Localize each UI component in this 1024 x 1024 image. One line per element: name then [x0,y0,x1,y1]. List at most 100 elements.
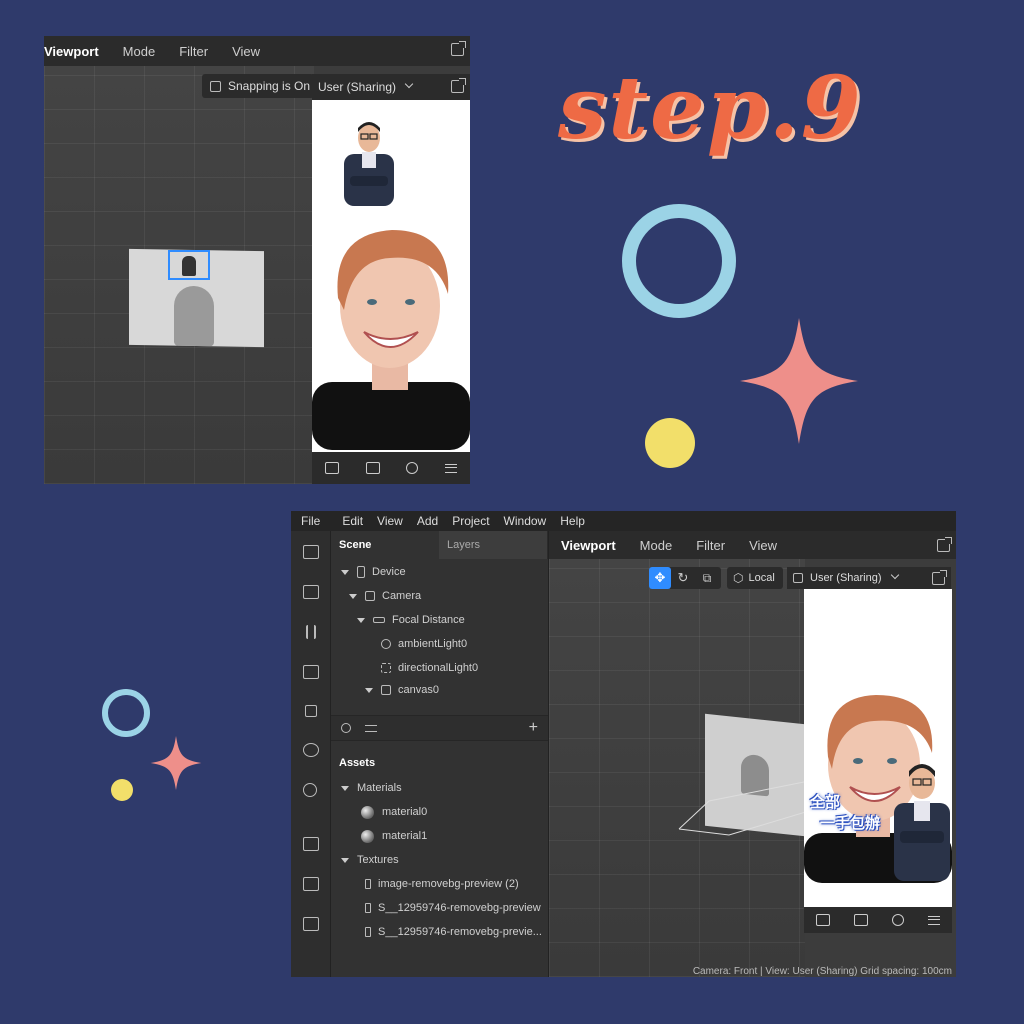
import-icon[interactable] [303,877,319,891]
tree-item-focal-distance[interactable]: Focal Distance [357,611,465,629]
expand-icon[interactable] [341,857,349,863]
tab-scene[interactable]: Scene [331,531,439,559]
stop-icon[interactable] [305,705,317,717]
status-bar: Camera: Front | View: User (Sharing) Gri… [692,966,952,977]
tab-filter[interactable]: Filter [167,44,220,59]
selection-box[interactable] [168,250,210,280]
device-icon [357,566,365,578]
menu-icon[interactable] [928,915,940,925]
menu-window[interactable]: Window [504,514,547,528]
viewport-header: Viewport Mode Filter View [549,531,956,559]
tab-view[interactable]: View [737,538,789,553]
snapping-icon [210,80,221,92]
local-toggle[interactable]: ⬡ Local [727,567,783,589]
move-tool-icon[interactable]: ✥ [649,567,671,589]
step-title: step.9 [558,58,863,159]
tab-view[interactable]: View [220,44,272,59]
search-icon[interactable] [341,723,351,733]
material-sphere-icon [361,805,374,819]
add-folder-icon[interactable] [303,837,319,851]
camera-icon [365,591,375,601]
preview-popout-icon[interactable] [932,570,947,585]
chevron-down-icon [404,79,414,89]
plus-icon[interactable]: + [529,719,538,737]
menu-icon[interactable] [444,463,457,473]
camera-capture-icon[interactable] [365,462,380,474]
tab-mode[interactable]: Mode [628,538,685,553]
expand-icon[interactable] [341,569,349,575]
device-preview: 全部 一手包辦 [804,589,952,911]
expand-icon[interactable] [365,687,373,693]
large-star-decoration [740,318,858,444]
tool-rail [291,531,331,977]
chevron-down-icon [890,570,899,580]
materials-group[interactable]: Materials [341,779,402,797]
tree-item-canvas[interactable]: canvas0 [365,681,439,699]
texture-icon [365,903,371,913]
menu-project[interactable]: Project [452,514,489,528]
menu-view[interactable]: View [377,514,403,528]
panel-tabs: Scene Layers [331,531,548,559]
man-photo [344,122,394,206]
tab-viewport[interactable]: Viewport [44,44,111,59]
camera-select[interactable]: User (Sharing) [787,567,951,589]
textures-group[interactable]: Textures [341,851,399,869]
menu-add[interactable]: Add [417,514,438,528]
canvas-icon [381,685,391,695]
material-item[interactable]: material1 [361,827,427,845]
camera-capture-icon[interactable] [854,914,868,926]
menu-edit[interactable]: Edit [342,514,363,528]
menu-file[interactable]: File [301,514,320,528]
rotate-tool-icon[interactable]: ↻ [671,570,695,586]
tab-layers[interactable]: Layers [439,531,547,559]
pause-icon[interactable] [306,625,316,639]
tree-item-ambient-light[interactable]: ambientLight0 [381,635,467,653]
expand-icon[interactable] [357,617,365,623]
video-icon[interactable] [325,462,340,474]
transform-tools: ✥ ↻ ⧉ [649,567,721,589]
expand-icon[interactable] [341,785,349,791]
texture-item[interactable]: S__12959746-removebg-preview [365,899,541,917]
small-star-decoration [150,736,202,790]
sticker-text: 全部 一手包辦 [810,793,881,832]
cube-icon: ⬡ [733,571,744,585]
tree-item-device[interactable]: Device [341,563,406,581]
rotate-device-icon[interactable] [892,914,904,926]
small-dot-decoration [111,779,133,801]
texture-icon [365,879,371,889]
record-icon[interactable] [303,585,319,599]
viewport-header: Viewport Mode Filter View [44,36,470,66]
tab-viewport[interactable]: Viewport [549,538,628,553]
snapping-toggle[interactable]: Snapping is On [202,74,314,98]
menu-bar: File Edit View Add Project Window Help [291,511,956,531]
tab-filter[interactable]: Filter [684,538,737,553]
tree-item-camera[interactable]: Camera [349,587,421,605]
layout-icon[interactable] [303,545,319,559]
upload-icon[interactable] [303,917,319,931]
popout-icon[interactable] [937,537,952,552]
expand-icon[interactable] [349,593,357,599]
tab-mode[interactable]: Mode [111,44,168,59]
scale-tool-icon[interactable]: ⧉ [695,571,719,586]
popout-icon[interactable] [451,41,466,56]
preview-popout-icon[interactable] [451,78,466,93]
rotate-device-icon[interactable] [406,462,419,474]
camera-frustum [678,780,809,836]
refresh-icon[interactable] [303,743,319,757]
material-item[interactable]: material0 [361,803,427,821]
search-icon[interactable] [303,783,317,797]
woman-photo [312,230,470,450]
video-icon[interactable] [816,914,830,926]
preview-toolbar [312,452,470,484]
menu-help[interactable]: Help [560,514,585,528]
camera-select-value: User (Sharing) [318,80,397,94]
texture-item[interactable]: image-removebg-preview (2) [365,875,519,893]
step-icon[interactable] [303,665,319,679]
man-photo [894,764,950,881]
camera-select[interactable]: User (Sharing) [312,74,470,100]
editor-viewport: Viewport Mode Filter View ✥ ↻ ⧉ ⬡ Local … [549,531,956,977]
texture-item[interactable]: S__12959746-removebg-previe... [365,923,542,941]
scene-panel: Scene Layers Device Camera Focal Distanc… [331,531,549,977]
filter-icon[interactable] [365,725,377,732]
tree-item-directional-light[interactable]: directionalLight0 [381,659,478,677]
